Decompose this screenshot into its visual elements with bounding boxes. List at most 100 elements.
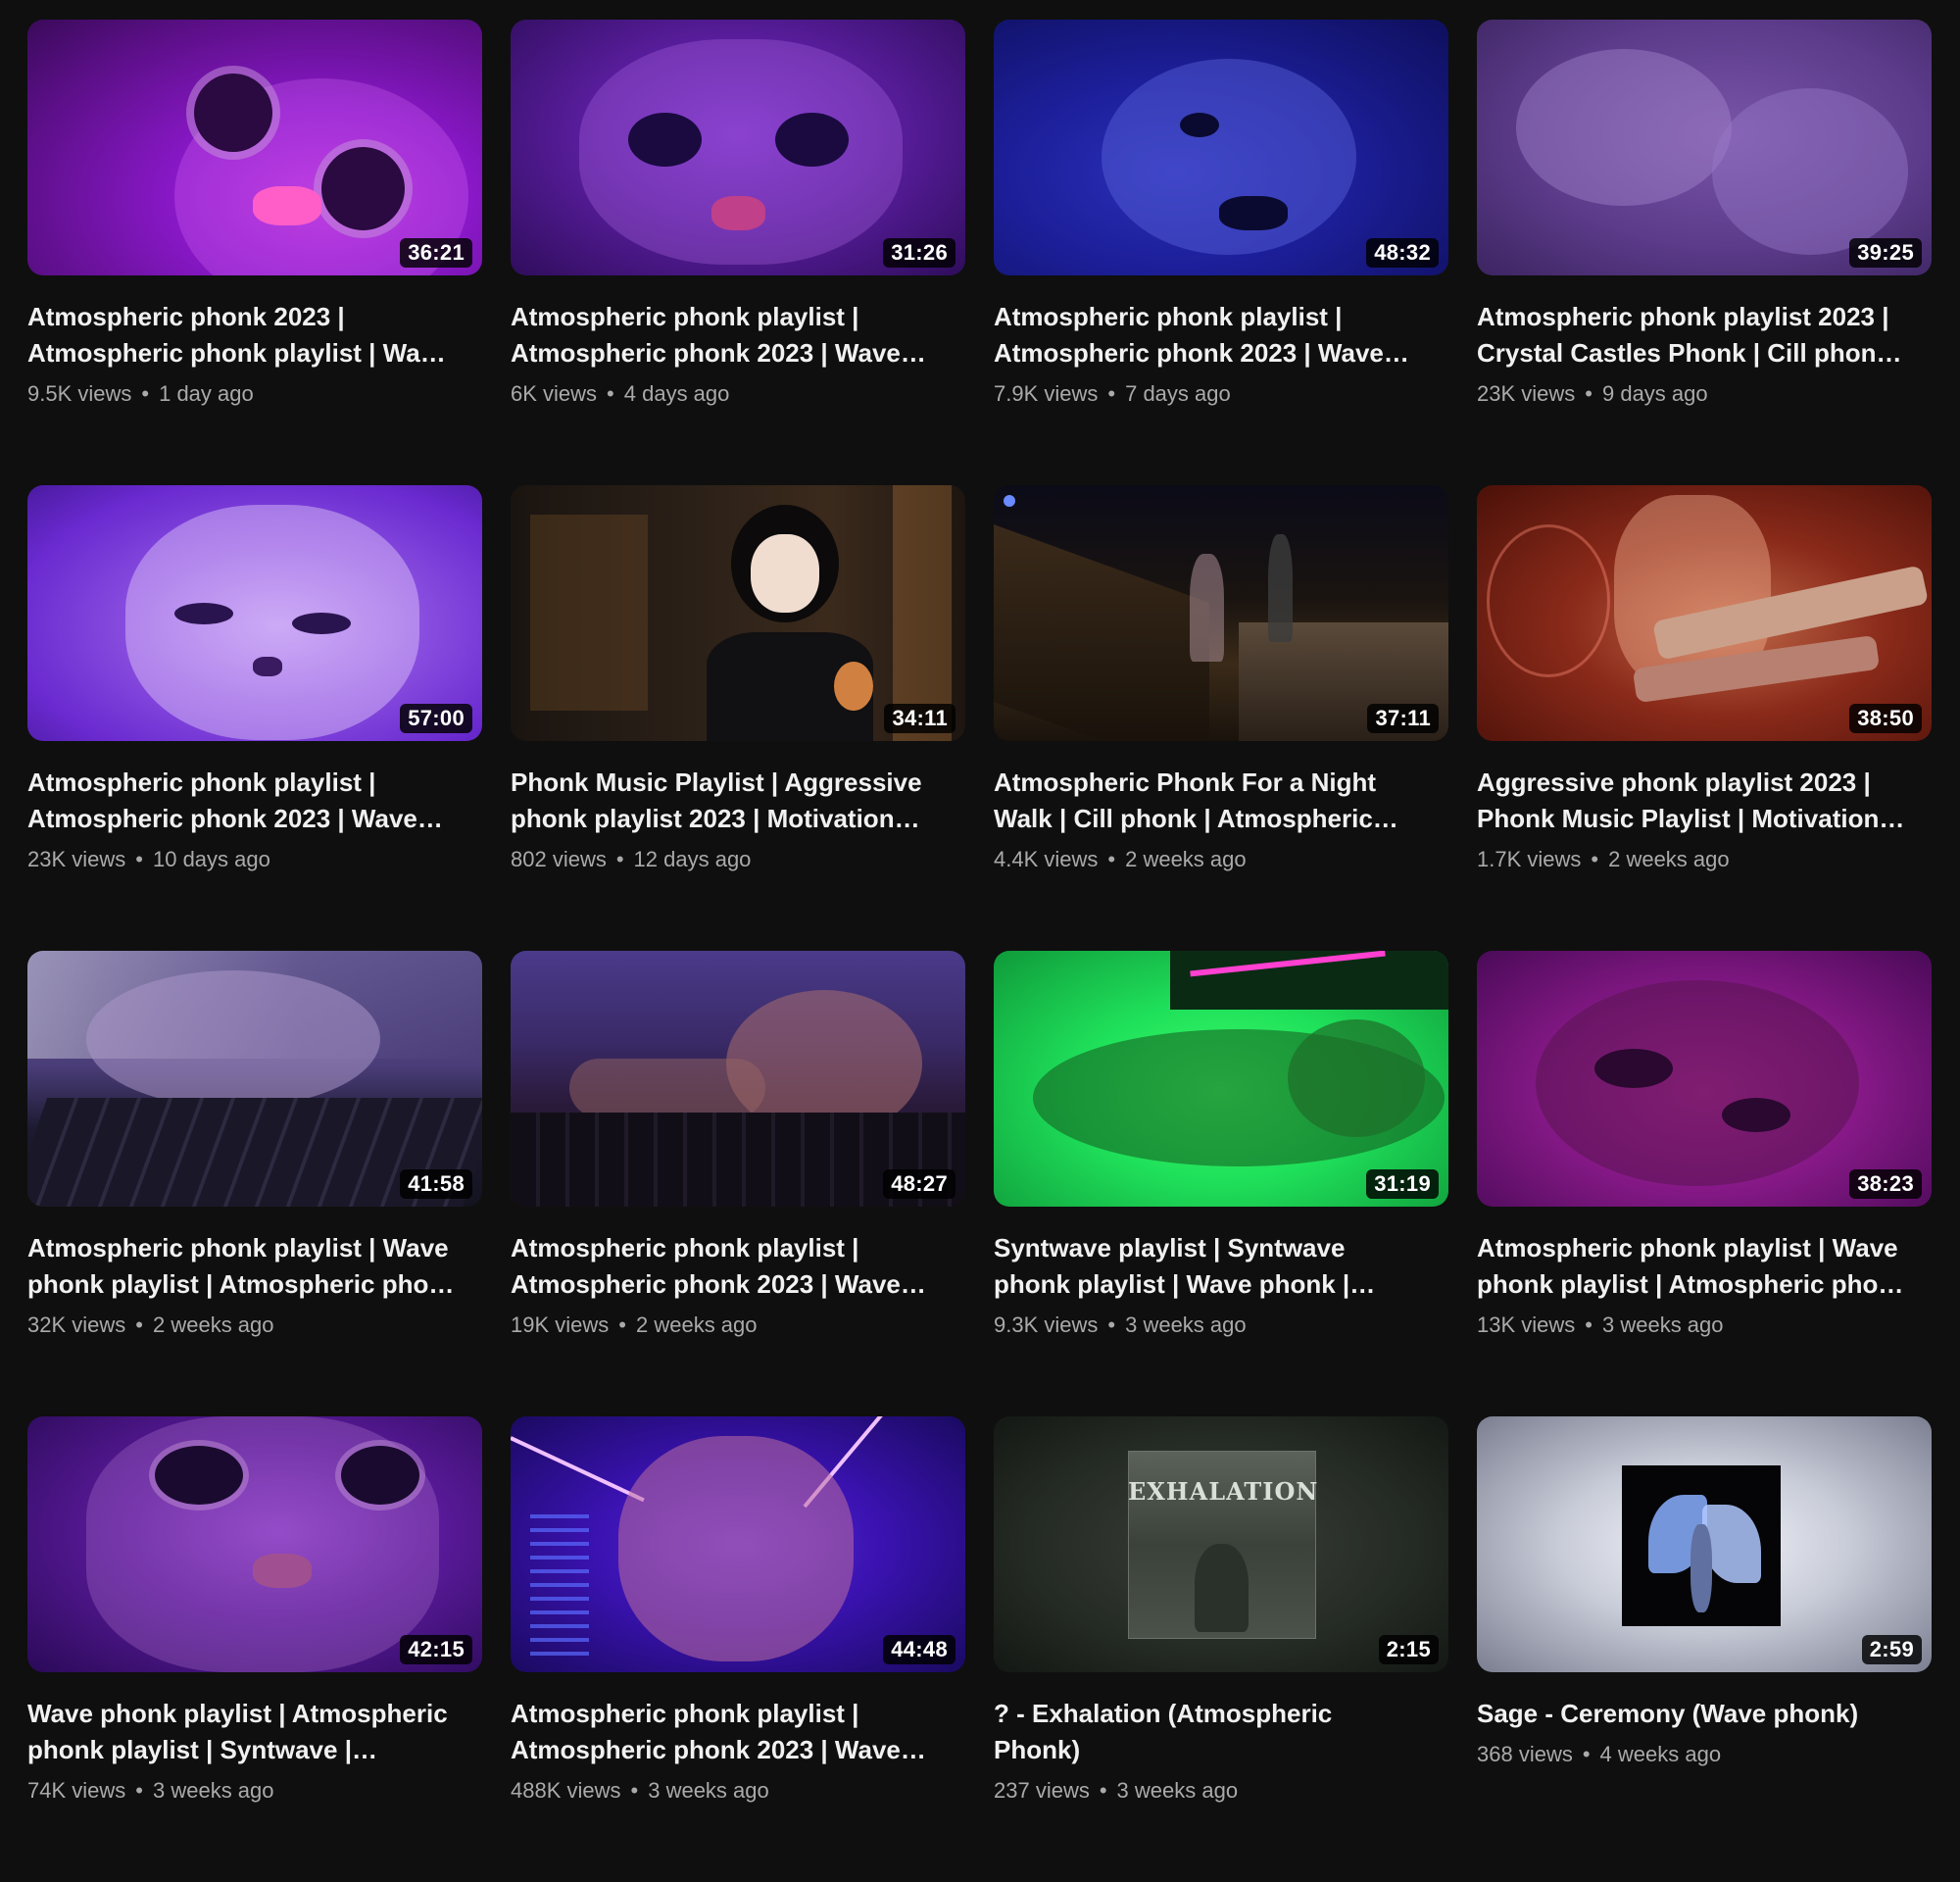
video-meta: 368 views • 4 weeks ago — [1477, 1740, 1932, 1769]
upload-age: 2 weeks ago — [1608, 847, 1730, 871]
winged-figure-cover-art — [1477, 1416, 1932, 1672]
upload-age: 7 days ago — [1125, 381, 1231, 406]
video-title[interactable]: Sage - Ceremony (Wave phonk) — [1477, 1696, 1908, 1732]
video-thumbnail[interactable]: 41:58 — [27, 951, 482, 1207]
duration-badge: 57:00 — [400, 704, 472, 733]
exhalation-cover-text: EXHALATION — [1128, 1477, 1319, 1506]
video-meta: 23K views • 9 days ago — [1477, 379, 1932, 409]
upload-age: 2 weeks ago — [152, 1312, 274, 1337]
upload-age: 10 days ago — [152, 847, 270, 871]
video-thumbnail[interactable]: 37:11 — [994, 485, 1448, 741]
video-title[interactable]: Atmospheric Phonk For a Night Walk | Cil… — [994, 765, 1425, 837]
video-thumbnail[interactable]: 48:27 — [511, 951, 965, 1207]
video-thumbnail[interactable]: 38:23 — [1477, 951, 1932, 1207]
separator-dot: • — [1107, 381, 1116, 406]
video-title[interactable]: Atmospheric phonk 2023 | Atmospheric pho… — [27, 299, 459, 371]
upload-age: 3 weeks ago — [152, 1778, 274, 1803]
video-title[interactable]: Atmospheric phonk playlist | Wave phonk … — [27, 1230, 459, 1303]
video-card[interactable]: 41:58 Atmospheric phonk playlist | Wave … — [27, 951, 482, 1416]
video-meta: 9.5K views • 1 day ago — [27, 379, 482, 409]
video-card[interactable]: 38:50 Aggressive phonk playlist 2023 | P… — [1477, 485, 1932, 951]
separator-dot: • — [618, 1312, 626, 1337]
video-title[interactable]: Wave phonk playlist | Atmospheric phonk … — [27, 1696, 459, 1768]
video-card[interactable]: 36:21 Atmospheric phonk 2023 | Atmospher… — [27, 20, 482, 485]
video-card[interactable]: 57:00 Atmospheric phonk playlist | Atmos… — [27, 485, 482, 951]
video-title[interactable]: Atmospheric phonk playlist | Atmospheric… — [27, 765, 459, 837]
anime-woman-illustration — [511, 485, 965, 741]
video-thumbnail[interactable]: 39:25 — [1477, 20, 1932, 275]
video-title[interactable]: ? - Exhalation (Atmospheric Phonk) — [994, 1696, 1425, 1768]
video-card[interactable]: 44:48 Atmospheric phonk playlist | Atmos… — [511, 1416, 965, 1882]
video-thumbnail[interactable]: 57:00 — [27, 485, 482, 741]
view-count: 9.5K views — [27, 381, 132, 406]
video-card[interactable]: 31:26 Atmospheric phonk playlist | Atmos… — [511, 20, 965, 485]
video-card[interactable]: 42:15 Wave phonk playlist | Atmospheric … — [27, 1416, 482, 1882]
video-card[interactable]: 2:59 Sage - Ceremony (Wave phonk) 368 vi… — [1477, 1416, 1932, 1882]
video-meta: 488K views • 3 weeks ago — [511, 1776, 965, 1806]
kitten-on-keyboard-illustration — [511, 951, 965, 1207]
video-thumbnail[interactable]: 42:15 — [27, 1416, 482, 1672]
video-card[interactable]: 39:25 Atmospheric phonk playlist 2023 | … — [1477, 20, 1932, 485]
video-meta: 74K views • 3 weeks ago — [27, 1776, 482, 1806]
video-thumbnail[interactable]: 48:32 — [994, 20, 1448, 275]
duration-badge: 31:26 — [883, 238, 956, 268]
upload-age: 4 weeks ago — [1599, 1742, 1722, 1766]
upload-age: 4 days ago — [623, 381, 730, 406]
video-meta: 802 views • 12 days ago — [511, 845, 965, 874]
separator-dot: • — [135, 1312, 143, 1337]
video-thumbnail[interactable]: 31:19 — [994, 951, 1448, 1207]
cat-illustration — [27, 485, 482, 741]
separator-dot: • — [135, 847, 143, 871]
upload-age: 9 days ago — [1601, 381, 1708, 406]
video-card[interactable]: 31:19 Syntwave playlist | Syntwave phonk… — [994, 951, 1448, 1416]
video-title[interactable]: Syntwave playlist | Syntwave phonk playl… — [994, 1230, 1425, 1303]
video-title[interactable]: Atmospheric phonk playlist 2023 | Crysta… — [1477, 299, 1908, 371]
separator-dot: • — [1582, 1742, 1591, 1766]
video-thumbnail[interactable]: 31:26 — [511, 20, 965, 275]
upload-age: 3 weeks ago — [1125, 1312, 1247, 1337]
duration-badge: 38:50 — [1849, 704, 1922, 733]
video-thumbnail[interactable]: EXHALATION 2:15 — [994, 1416, 1448, 1672]
video-thumbnail[interactable]: 36:21 — [27, 20, 482, 275]
video-title[interactable]: Aggressive phonk playlist 2023 | Phonk M… — [1477, 765, 1908, 837]
video-meta: 23K views • 10 days ago — [27, 845, 482, 874]
magenta-cat-illustration — [1477, 951, 1932, 1207]
view-count: 4.4K views — [994, 847, 1099, 871]
video-card[interactable]: 48:32 Atmospheric phonk playlist | Atmos… — [994, 20, 1448, 485]
anime-gunner-illustration — [1477, 485, 1932, 741]
view-count: 6K views — [511, 381, 598, 406]
video-thumbnail[interactable]: 38:50 — [1477, 485, 1932, 741]
view-count: 488K views — [511, 1778, 621, 1803]
view-count: 9.3K views — [994, 1312, 1099, 1337]
video-title[interactable]: Atmospheric phonk playlist | Wave phonk … — [1477, 1230, 1908, 1303]
video-thumbnail[interactable]: 44:48 — [511, 1416, 965, 1672]
video-card[interactable]: 34:11 Phonk Music Playlist | Aggressive … — [511, 485, 965, 951]
video-card[interactable]: 48:27 Atmospheric phonk playlist | Atmos… — [511, 951, 965, 1416]
video-meta: 13K views • 3 weeks ago — [1477, 1311, 1932, 1340]
video-thumbnail[interactable]: 2:59 — [1477, 1416, 1932, 1672]
duration-badge: 34:11 — [884, 704, 956, 733]
view-count: 368 views — [1477, 1742, 1573, 1766]
video-title[interactable]: Atmospheric phonk playlist | Atmospheric… — [511, 299, 942, 371]
duration-badge: 39:25 — [1849, 238, 1922, 268]
duration-badge: 37:11 — [1367, 704, 1439, 733]
upload-age: 2 weeks ago — [1125, 847, 1247, 871]
video-card[interactable]: 37:11 Atmospheric Phonk For a Night Walk… — [994, 485, 1448, 951]
video-thumbnail[interactable]: 34:11 — [511, 485, 965, 741]
upload-age: 3 weeks ago — [648, 1778, 769, 1803]
video-title[interactable]: Atmospheric phonk playlist | Atmospheric… — [511, 1230, 942, 1303]
separator-dot: • — [1099, 1778, 1107, 1803]
duration-badge: 48:27 — [883, 1169, 956, 1199]
video-title[interactable]: Atmospheric phonk playlist | Atmospheric… — [511, 1696, 942, 1768]
video-title[interactable]: Atmospheric phonk playlist | Atmospheric… — [994, 299, 1425, 371]
view-count: 13K views — [1477, 1312, 1576, 1337]
view-count: 19K views — [511, 1312, 610, 1337]
separator-dot: • — [1585, 381, 1592, 406]
video-grid: 36:21 Atmospheric phonk 2023 | Atmospher… — [27, 20, 1933, 1882]
view-count: 237 views — [994, 1778, 1090, 1803]
video-meta: 4.4K views • 2 weeks ago — [994, 845, 1448, 874]
video-card[interactable]: EXHALATION 2:15 ? - Exhalation (Atmosphe… — [994, 1416, 1448, 1882]
video-card[interactable]: 38:23 Atmospheric phonk playlist | Wave … — [1477, 951, 1932, 1416]
video-title[interactable]: Phonk Music Playlist | Aggressive phonk … — [511, 765, 942, 837]
view-count: 7.9K views — [994, 381, 1099, 406]
